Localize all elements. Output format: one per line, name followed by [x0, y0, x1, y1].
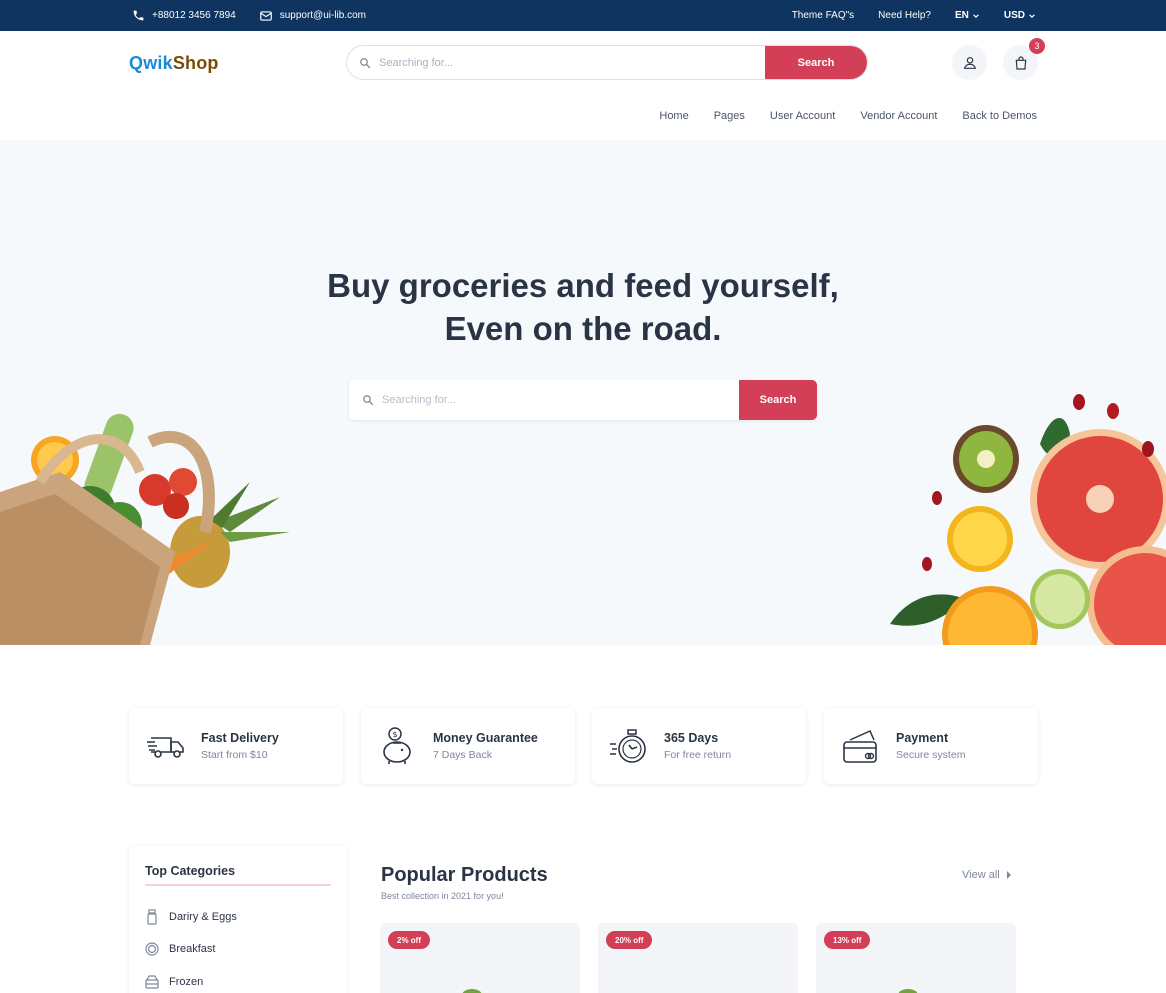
service-card-payment: Payment Secure system — [824, 708, 1038, 784]
nav-home[interactable]: Home — [659, 110, 688, 122]
service-title: Money Guarantee — [433, 731, 538, 745]
product-card[interactable]: 2% off — [380, 923, 580, 993]
support-email[interactable]: support@ui-lib.com — [280, 10, 366, 21]
service-title: Fast Delivery — [201, 731, 279, 745]
nav-pages[interactable]: Pages — [714, 110, 745, 122]
phone-icon — [130, 8, 146, 24]
service-subtitle: For free return — [664, 749, 732, 761]
popular-products-subtitle: Best collection in 2021 for you! — [381, 891, 504, 901]
search-icon — [360, 57, 371, 68]
header-search-input[interactable] — [379, 56, 739, 69]
nav-vendor-account[interactable]: Vendor Account — [860, 110, 937, 122]
category-label: Breakfast — [169, 943, 216, 955]
category-label: Dariry & Eggs — [169, 911, 237, 923]
category-item-breakfast[interactable]: Breakfast — [145, 942, 215, 956]
top-bar: +88012 3456 7894 support@ui-lib.com Them… — [0, 0, 1166, 31]
mail-icon — [258, 8, 274, 24]
hero-section: Buy groceries and feed yourself, Even on… — [0, 140, 1166, 645]
hero-search-field — [349, 380, 739, 420]
piggy-bank-icon: $ — [383, 727, 411, 764]
hero-search-button[interactable]: Search — [739, 380, 817, 420]
frozen-box-icon — [145, 975, 159, 989]
credit-card-icon — [843, 730, 877, 763]
category-item-dairy-eggs[interactable]: Dariry & Eggs — [145, 909, 237, 925]
service-card-365-days: 365 Days For free return — [592, 708, 806, 784]
contact-info: +88012 3456 7894 support@ui-lib.com — [130, 0, 366, 31]
hero-search-input[interactable] — [382, 394, 722, 406]
popular-products-title: Popular Products — [381, 864, 548, 886]
search-icon — [363, 395, 374, 406]
plate-icon — [145, 942, 159, 956]
product-card[interactable]: 20% off — [598, 923, 798, 993]
language-select[interactable]: EN — [955, 10, 980, 21]
shopping-bag-icon — [1015, 55, 1026, 70]
need-help-link[interactable]: Need Help? — [878, 10, 931, 21]
grocery-bag-image — [0, 413, 290, 645]
chevron-down-icon — [973, 13, 979, 18]
theme-faq-link[interactable]: Theme FAQ"s — [792, 10, 854, 21]
product-card[interactable]: 13% off — [816, 923, 1016, 993]
top-bar-links: Theme FAQ"s Need Help? EN USD — [792, 0, 1036, 31]
user-icon — [963, 56, 976, 69]
top-categories-sidebar: Top Categories Dariry & Eggs Breakfast F… — [129, 846, 347, 993]
product-image — [898, 989, 918, 993]
service-title: 365 Days — [664, 731, 719, 745]
cart-count-badge: 3 — [1029, 38, 1045, 54]
truck-icon — [147, 737, 184, 758]
phone-number: +88012 3456 7894 — [152, 10, 236, 21]
header-search-field — [347, 46, 765, 79]
service-card-fast-delivery: Fast Delivery Start from $10 — [129, 708, 343, 784]
product-image — [462, 989, 482, 993]
hero-search-bar: Search — [349, 380, 817, 420]
service-card-money-guarantee: $ Money Guarantee 7 Days Back — [361, 708, 575, 784]
service-title: Payment — [896, 731, 949, 745]
nav-user-account[interactable]: User Account — [770, 110, 835, 122]
category-item-frozen[interactable]: Frozen — [145, 975, 203, 989]
nav-back-to-demos[interactable]: Back to Demos — [962, 110, 1037, 122]
logo-part-2: Shop — [172, 53, 219, 73]
header-search-bar: Search — [346, 45, 868, 80]
hero-heading-line-2: Even on the road. — [444, 310, 722, 347]
sidebar-title: Top Categories — [145, 864, 236, 878]
citrus-fruits-image — [890, 394, 1166, 645]
sidebar-title-underline — [145, 884, 331, 886]
hero-heading-line-1: Buy groceries and feed yourself, — [327, 267, 839, 304]
chevron-down-icon — [1029, 13, 1035, 18]
hero-heading: Buy groceries and feed yourself, Even on… — [0, 264, 1166, 350]
language-value: EN — [954, 10, 969, 21]
header: QwikShop Search 3 Home Pages User Accoun… — [0, 31, 1166, 140]
currency-select[interactable]: USD — [1004, 10, 1036, 21]
discount-badge: 20% off — [606, 931, 653, 949]
stopwatch-icon — [610, 729, 646, 763]
logo[interactable]: QwikShop — [129, 53, 219, 74]
category-label: Frozen — [169, 976, 204, 988]
main-nav: Home Pages User Account Vendor Account B… — [659, 110, 1037, 122]
user-account-button[interactable] — [952, 45, 987, 80]
currency-value: USD — [1003, 10, 1025, 21]
logo-part-1: Qwik — [129, 53, 173, 73]
header-search-button[interactable]: Search — [765, 46, 867, 79]
milk-bottle-icon — [147, 909, 157, 925]
service-subtitle: 7 Days Back — [433, 749, 492, 761]
view-all-label: View all — [962, 869, 1000, 881]
view-all-link[interactable]: View all — [962, 869, 1012, 881]
service-subtitle: Secure system — [896, 749, 966, 761]
svg-text:$: $ — [393, 730, 398, 739]
service-subtitle: Start from $10 — [201, 749, 268, 761]
caret-right-icon — [1006, 871, 1011, 879]
